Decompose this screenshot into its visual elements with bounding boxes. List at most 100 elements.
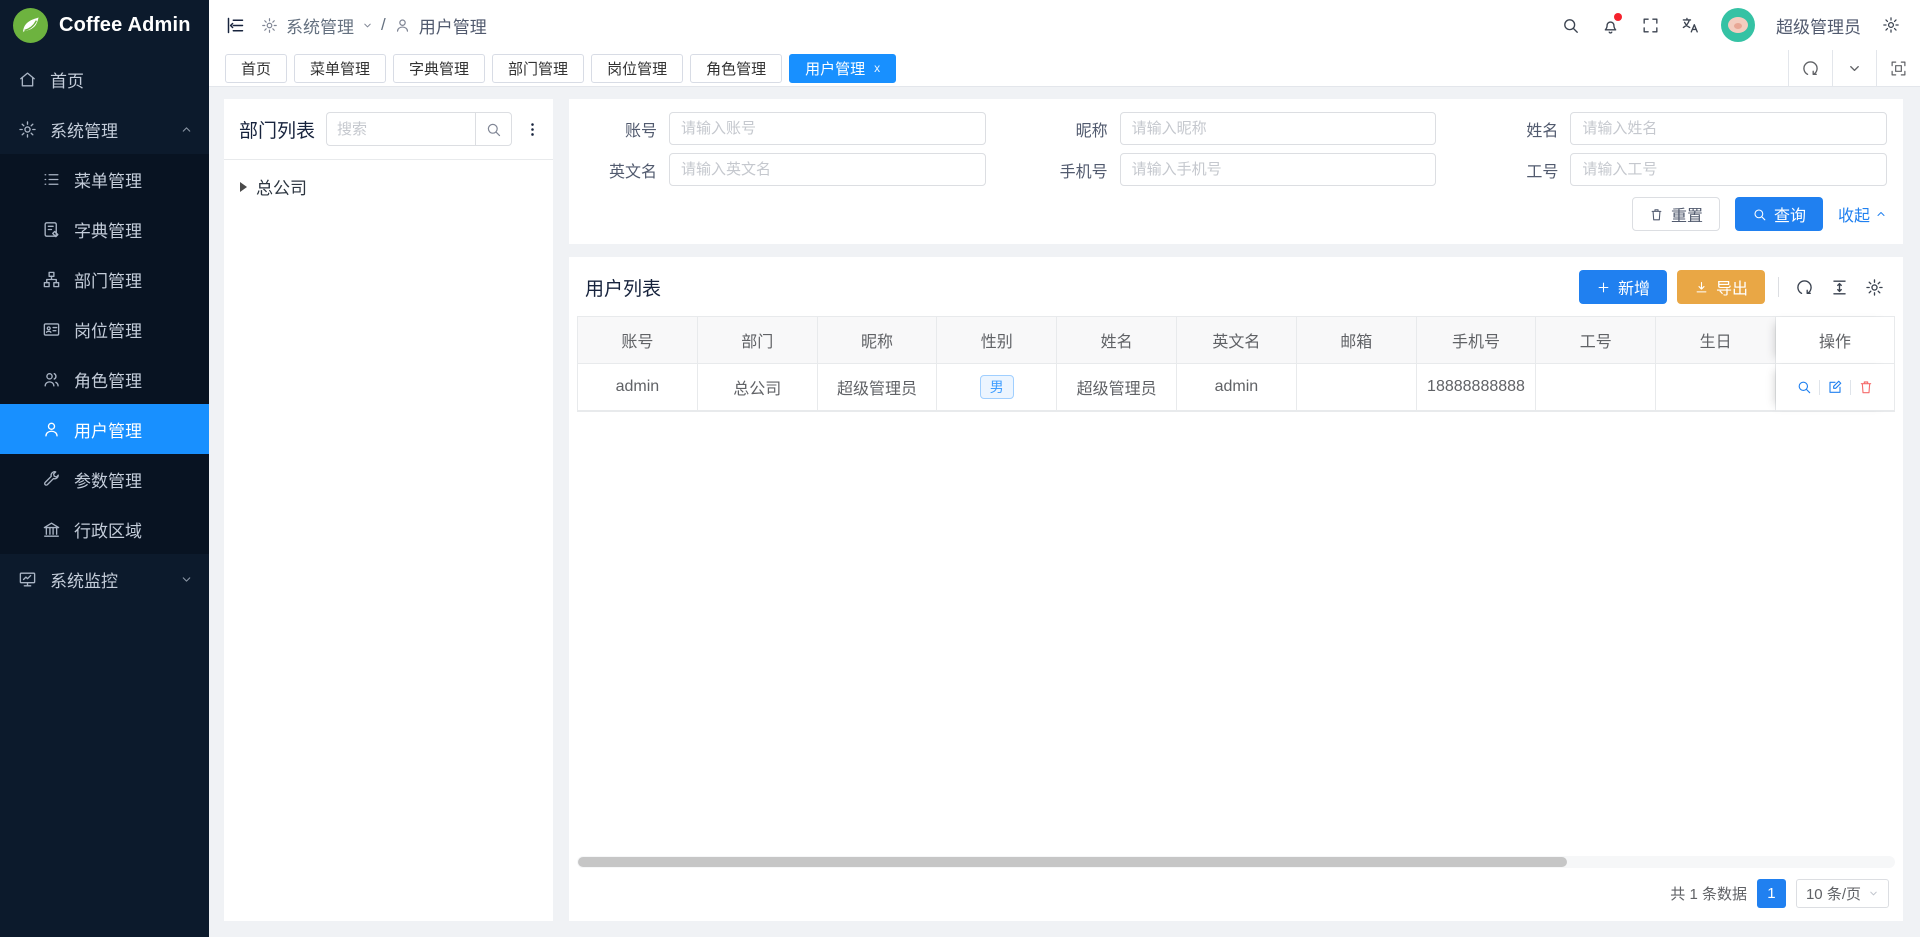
sidebar-item-dict-mgmt[interactable]: 字典管理 bbox=[0, 204, 209, 254]
app-title: Coffee Admin bbox=[59, 14, 191, 37]
col-header-email[interactable]: 邮箱 bbox=[1297, 317, 1417, 364]
search-icon[interactable] bbox=[1561, 16, 1580, 35]
tab-role-mgmt[interactable]: 角色管理 bbox=[690, 54, 782, 83]
dictionary-icon bbox=[42, 220, 61, 239]
sidebar-item-admin-region[interactable]: 行政区域 bbox=[0, 504, 209, 554]
dept-panel: 部门列表 总公司 bbox=[224, 99, 553, 921]
job-no-input[interactable] bbox=[1570, 153, 1887, 186]
cell-actions bbox=[1776, 364, 1894, 411]
name-input[interactable] bbox=[1570, 112, 1887, 145]
col-header-gender[interactable]: 性别 bbox=[937, 317, 1057, 364]
page-size-select[interactable]: 10 条/页 bbox=[1796, 879, 1889, 908]
reset-button[interactable]: 重置 bbox=[1632, 197, 1720, 231]
sidebar-item-home[interactable]: 首页 bbox=[0, 54, 209, 104]
bell-icon[interactable] bbox=[1601, 16, 1620, 35]
page-button-1[interactable]: 1 bbox=[1757, 879, 1786, 908]
filter-card: 账号 昵称 姓名 英文名 bbox=[569, 99, 1903, 244]
field-label: 昵称 bbox=[1036, 117, 1120, 141]
right-column: 账号 昵称 姓名 英文名 bbox=[569, 99, 1903, 921]
sidebar-item-system-monitor[interactable]: 系统监控 bbox=[0, 554, 209, 604]
tab-user-mgmt[interactable]: 用户管理 x bbox=[789, 54, 896, 83]
en-name-input[interactable] bbox=[669, 153, 986, 186]
user-icon bbox=[394, 17, 411, 34]
id-card-icon bbox=[42, 320, 61, 339]
edit-icon[interactable] bbox=[1820, 379, 1850, 395]
table-empty-space bbox=[577, 412, 1895, 856]
roles-icon bbox=[42, 370, 61, 389]
maximize-icon[interactable] bbox=[1876, 50, 1920, 86]
sidebar-item-dept-mgmt[interactable]: 部门管理 bbox=[0, 254, 209, 304]
cell-name: 超级管理员 bbox=[1057, 364, 1177, 411]
tab-menu-mgmt[interactable]: 菜单管理 bbox=[294, 54, 386, 83]
tab-dict-mgmt[interactable]: 字典管理 bbox=[393, 54, 485, 83]
tab-home[interactable]: 首页 bbox=[225, 54, 287, 83]
content: 部门列表 总公司 账号 bbox=[209, 87, 1920, 937]
field-en-name: 英文名 bbox=[585, 153, 986, 186]
account-input[interactable] bbox=[669, 112, 986, 145]
scrollbar-thumb[interactable] bbox=[578, 857, 1567, 867]
breadcrumb-separator: / bbox=[381, 15, 386, 35]
export-button[interactable]: 导出 bbox=[1677, 270, 1765, 304]
filter-grid: 账号 昵称 姓名 英文名 bbox=[585, 112, 1887, 186]
menu-fold-icon[interactable] bbox=[225, 15, 246, 36]
col-header-nickname[interactable]: 昵称 bbox=[818, 317, 938, 364]
nickname-input[interactable] bbox=[1120, 112, 1437, 145]
username[interactable]: 超级管理员 bbox=[1776, 13, 1861, 38]
pagination-total: 共 1 条数据 bbox=[1670, 883, 1747, 904]
tab-dept-mgmt[interactable]: 部门管理 bbox=[492, 54, 584, 83]
collapse-link[interactable]: 收起 bbox=[1838, 202, 1887, 226]
dots-vertical-icon[interactable] bbox=[523, 121, 541, 138]
caret-right-icon[interactable] bbox=[240, 182, 247, 192]
sidebar-item-role-mgmt[interactable]: 角色管理 bbox=[0, 354, 209, 404]
tree-item-head-office[interactable]: 总公司 bbox=[234, 170, 543, 203]
col-header-job-no[interactable]: 工号 bbox=[1536, 317, 1656, 364]
refresh-icon[interactable] bbox=[1792, 278, 1817, 297]
field-name: 姓名 bbox=[1486, 112, 1887, 145]
field-label: 英文名 bbox=[585, 158, 669, 182]
translate-icon[interactable] bbox=[1681, 16, 1700, 35]
org-tree-icon bbox=[42, 270, 61, 289]
col-header-birthday[interactable]: 生日 bbox=[1656, 317, 1776, 364]
notification-dot bbox=[1614, 13, 1622, 21]
delete-icon[interactable] bbox=[1851, 379, 1881, 395]
col-header-phone[interactable]: 手机号 bbox=[1417, 317, 1537, 364]
sidebar-item-label: 系统监控 bbox=[50, 567, 118, 592]
close-icon[interactable]: x bbox=[874, 62, 880, 74]
avatar[interactable] bbox=[1721, 8, 1755, 42]
query-button[interactable]: 查询 bbox=[1735, 197, 1823, 231]
dept-search-button[interactable] bbox=[475, 112, 512, 146]
tab-post-mgmt[interactable]: 岗位管理 bbox=[591, 54, 683, 83]
view-icon[interactable] bbox=[1789, 379, 1819, 395]
row-height-icon[interactable] bbox=[1827, 278, 1852, 297]
sidebar-item-post-mgmt[interactable]: 岗位管理 bbox=[0, 304, 209, 354]
user-table: 账号 部门 昵称 性别 姓名 英文名 邮箱 手机号 工号 生日 操作 admin bbox=[577, 316, 1895, 412]
chevron-down-icon[interactable] bbox=[1832, 50, 1876, 86]
sidebar-item-param-mgmt[interactable]: 参数管理 bbox=[0, 454, 209, 504]
dept-search-input[interactable] bbox=[326, 112, 475, 146]
bank-icon bbox=[42, 520, 61, 539]
table-row[interactable]: admin 总公司 超级管理员 男 超级管理员 admin 1888888888… bbox=[578, 364, 1894, 411]
dept-panel-title: 部门列表 bbox=[239, 116, 315, 143]
gear-icon[interactable] bbox=[1882, 16, 1900, 34]
add-button[interactable]: 新增 bbox=[1579, 270, 1667, 304]
sidebar-item-user-mgmt[interactable]: 用户管理 bbox=[0, 404, 209, 454]
col-header-dept[interactable]: 部门 bbox=[698, 317, 818, 364]
refresh-icon[interactable] bbox=[1788, 50, 1832, 86]
gear-icon[interactable] bbox=[1862, 278, 1887, 297]
cell-en-name: admin bbox=[1177, 364, 1297, 411]
sidebar-item-label: 部门管理 bbox=[74, 267, 142, 292]
sidebar-item-system-mgmt[interactable]: 系统管理 bbox=[0, 104, 209, 154]
phone-input[interactable] bbox=[1120, 153, 1437, 186]
sidebar-item-label: 菜单管理 bbox=[74, 167, 142, 192]
field-label: 姓名 bbox=[1486, 117, 1570, 141]
breadcrumb-parent[interactable]: 系统管理 bbox=[286, 13, 354, 38]
col-header-en-name[interactable]: 英文名 bbox=[1177, 317, 1297, 364]
topbar-actions: 超级管理员 bbox=[1561, 8, 1900, 42]
table-title: 用户列表 bbox=[585, 274, 661, 301]
cell-dept: 总公司 bbox=[698, 364, 818, 411]
col-header-name[interactable]: 姓名 bbox=[1057, 317, 1177, 364]
dept-panel-header: 部门列表 bbox=[224, 99, 553, 160]
col-header-account[interactable]: 账号 bbox=[578, 317, 698, 364]
sidebar-item-menu-mgmt[interactable]: 菜单管理 bbox=[0, 154, 209, 204]
fullscreen-icon[interactable] bbox=[1641, 16, 1660, 35]
